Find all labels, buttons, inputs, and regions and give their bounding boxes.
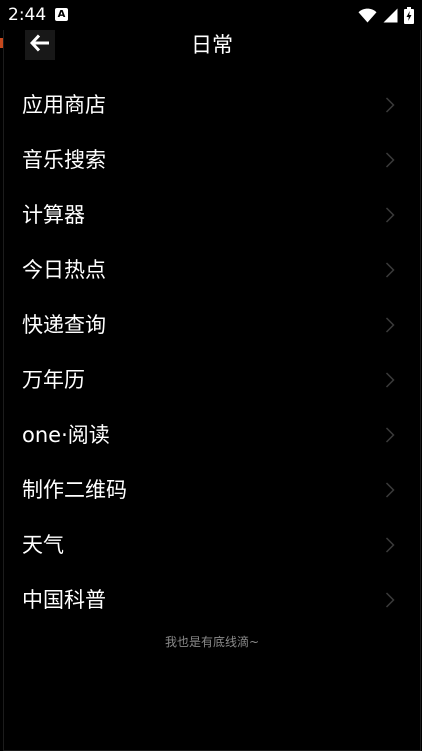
menu-item-qr-code[interactable]: 制作二维码 bbox=[4, 462, 420, 517]
chevron-right-icon bbox=[385, 536, 395, 553]
chevron-right-icon bbox=[385, 371, 395, 388]
menu-item-label: 制作二维码 bbox=[22, 477, 127, 502]
chevron-right-icon bbox=[385, 481, 395, 498]
menu-item-music-search[interactable]: 音乐搜索 bbox=[4, 132, 420, 187]
end-of-list-text: 我也是有底线滴~ bbox=[164, 635, 260, 649]
menu-list: 应用商店 音乐搜索 计算器 今日热点 快递查询 万年历 one·阅读 制作二维码… bbox=[4, 77, 420, 627]
app-frame: 日常 应用商店 音乐搜索 计算器 今日热点 快递查询 万年历 one·阅读 制作… bbox=[3, 30, 421, 751]
menu-item-label: 计算器 bbox=[22, 202, 85, 227]
chevron-right-icon bbox=[385, 591, 395, 608]
menu-item-label: 音乐搜索 bbox=[22, 147, 106, 172]
chevron-right-icon bbox=[385, 316, 395, 333]
wifi-icon bbox=[358, 8, 377, 23]
chevron-right-icon bbox=[385, 96, 395, 113]
top-bar: 日常 bbox=[4, 30, 420, 60]
notification-app-icon: A bbox=[55, 8, 68, 21]
menu-item-label: 今日热点 bbox=[22, 257, 106, 282]
status-icons bbox=[358, 5, 414, 25]
menu-item-label: 中国科普 bbox=[22, 587, 106, 612]
menu-item-calendar[interactable]: 万年历 bbox=[4, 352, 420, 407]
menu-item-label: 快递查询 bbox=[22, 312, 106, 337]
status-time: 2:44 bbox=[8, 5, 47, 25]
menu-item-app-store[interactable]: 应用商店 bbox=[4, 77, 420, 132]
menu-item-one-reading[interactable]: one·阅读 bbox=[4, 407, 420, 462]
menu-item-label: 应用商店 bbox=[22, 92, 106, 117]
menu-item-label: 万年历 bbox=[22, 367, 85, 392]
menu-item-hot-news[interactable]: 今日热点 bbox=[4, 242, 420, 297]
signal-icon bbox=[383, 8, 398, 23]
menu-item-label: one·阅读 bbox=[22, 422, 110, 447]
page-title: 日常 bbox=[191, 33, 233, 57]
chevron-right-icon bbox=[385, 426, 395, 443]
chevron-right-icon bbox=[385, 206, 395, 223]
menu-item-calculator[interactable]: 计算器 bbox=[4, 187, 420, 242]
menu-item-express-tracking[interactable]: 快递查询 bbox=[4, 297, 420, 352]
menu-item-weather[interactable]: 天气 bbox=[4, 517, 420, 572]
status-bar: 2:44 A bbox=[0, 0, 422, 30]
chevron-right-icon bbox=[385, 261, 395, 278]
chevron-right-icon bbox=[385, 151, 395, 168]
battery-charging-icon bbox=[404, 6, 414, 24]
menu-item-science[interactable]: 中国科普 bbox=[4, 572, 420, 627]
menu-item-label: 天气 bbox=[22, 532, 64, 557]
